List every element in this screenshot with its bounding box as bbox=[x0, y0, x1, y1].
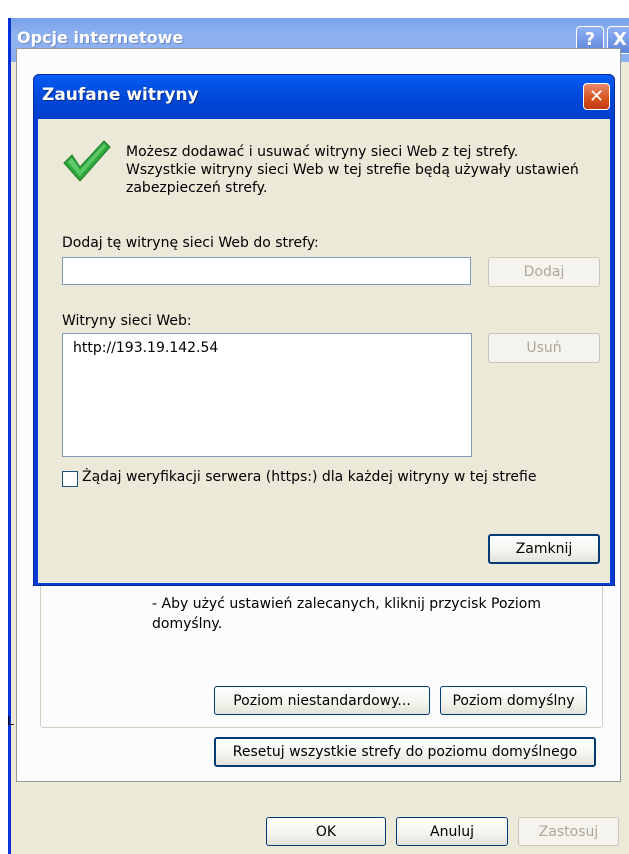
ok-button[interactable]: OK bbox=[266, 817, 386, 846]
cancel-button[interactable]: Anuluj bbox=[396, 817, 508, 846]
sites-list-label: Witryny sieci Web: bbox=[62, 313, 192, 329]
list-item[interactable]: http://193.19.142.54 bbox=[73, 340, 461, 356]
add-site-input[interactable] bbox=[62, 257, 471, 285]
stray-text: L bbox=[7, 714, 14, 728]
custom-level-button[interactable]: Poziom niestandardowy... bbox=[214, 686, 430, 715]
dialog-close-button[interactable]: ✕ bbox=[583, 83, 610, 110]
https-verification-label[interactable]: Żądaj weryfikacji serwera (https:) dla k… bbox=[82, 469, 536, 485]
dialog-title: Zaufane witryny bbox=[42, 85, 199, 105]
dialog-titlebar[interactable]: Zaufane witryny ✕ bbox=[34, 75, 614, 119]
add-button[interactable]: Dodaj bbox=[488, 257, 600, 287]
remove-button[interactable]: Usuń bbox=[488, 333, 600, 363]
dialog-body: Możesz dodawać i usuwać witryny sieci We… bbox=[38, 119, 610, 583]
reset-all-zones-button[interactable]: Resetuj wszystkie strefy do poziomu domy… bbox=[214, 737, 596, 767]
sites-listbox[interactable]: http://193.19.142.54 bbox=[62, 333, 472, 457]
close-button[interactable]: Zamknij bbox=[488, 534, 600, 564]
https-verification-checkbox[interactable] bbox=[62, 471, 78, 487]
add-site-label: Dodaj tę witrynę sieci Web do strefy: bbox=[62, 235, 319, 251]
apply-button[interactable]: Zastosuj bbox=[518, 817, 619, 846]
checkmark-icon bbox=[63, 140, 111, 182]
default-level-button[interactable]: Poziom domyślny bbox=[440, 686, 587, 715]
recommend-default-text: - Aby użyć ustawień zalecanych, kliknij … bbox=[152, 596, 541, 632]
intro-text: Możesz dodawać i usuwać witryny sieci We… bbox=[126, 144, 579, 196]
trusted-sites-dialog: Zaufane witryny ✕ Możesz dodawać i usuwa… bbox=[33, 74, 615, 586]
window-title: Opcje internetowe bbox=[17, 28, 184, 47]
